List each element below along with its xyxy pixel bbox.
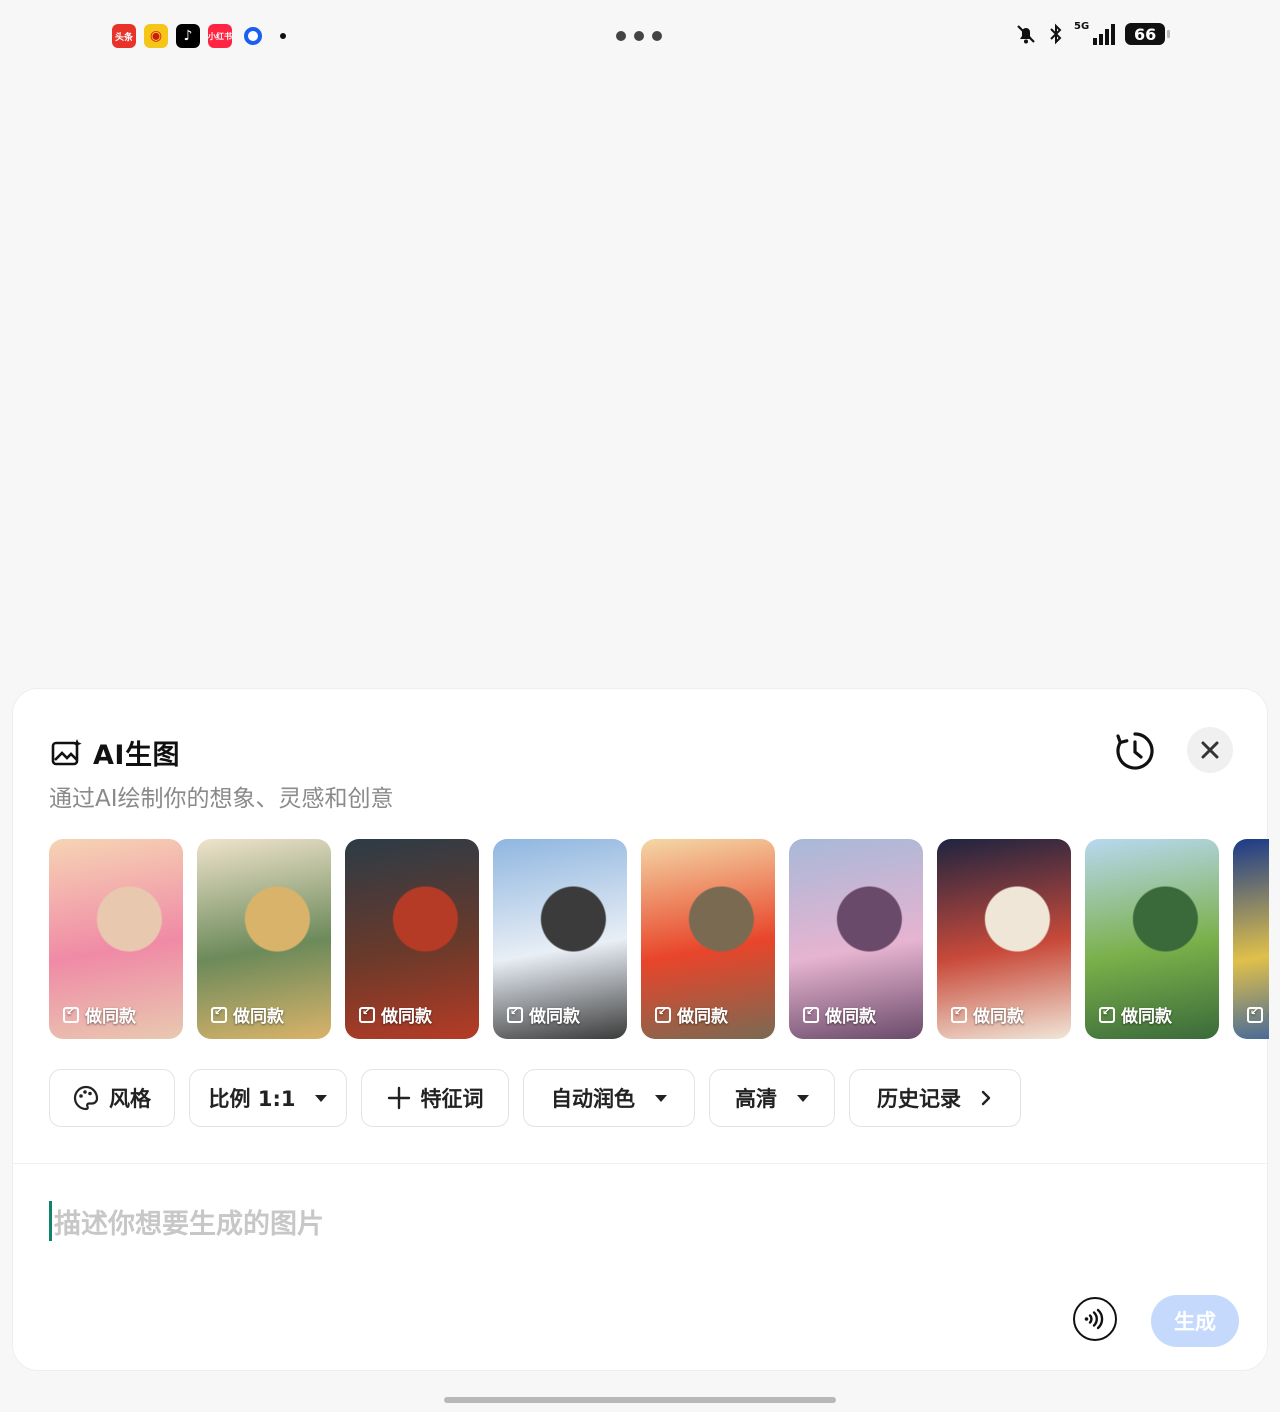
dot [634, 31, 644, 41]
panel-header: AI生图 [51, 733, 180, 772]
weibo-icon: ◉ [144, 24, 168, 48]
generate-button[interactable]: 生成 [1151, 1295, 1239, 1347]
clock-history-icon [1116, 732, 1154, 770]
make-similar-icon [1099, 1005, 1115, 1023]
make-similar-icon [655, 1005, 671, 1023]
caret-down-icon [655, 1094, 667, 1102]
voice-input-icon [1084, 1308, 1104, 1330]
feature-words-chip[interactable]: 特征词 [361, 1069, 509, 1127]
notification-icons: 头条 ◉ ♪ 小红书 [112, 24, 286, 48]
example-gallery[interactable]: 做同款 做同款 做同款 做同款 做同款 做同款 做同款 做同款 做同款 [49, 839, 1269, 1041]
signal-icon [1093, 23, 1116, 45]
style-chip[interactable]: 风格 [49, 1069, 175, 1127]
hd-chip[interactable]: 高清 [709, 1069, 835, 1127]
system-indicators: 5G 66 [1014, 21, 1171, 46]
make-similar-button[interactable]: 做同款 [655, 1002, 728, 1027]
ratio-chip[interactable]: 比例 1:1 [189, 1069, 347, 1127]
make-similar-icon [63, 1005, 79, 1023]
dot [616, 31, 626, 41]
status-bar: 头条 ◉ ♪ 小红书 5G 66 [0, 0, 1280, 74]
close-button[interactable] [1187, 727, 1233, 773]
make-similar-button[interactable]: 做同款 [211, 1002, 284, 1027]
example-card[interactable]: 做同款 [197, 839, 331, 1039]
example-card[interactable]: 做同款 [789, 839, 923, 1039]
divider [13, 1163, 1269, 1164]
make-similar-button[interactable]: 做同款 [1247, 1002, 1269, 1027]
history-chip[interactable]: 历史记录 [849, 1069, 1021, 1127]
make-similar-button[interactable]: 做同款 [507, 1002, 580, 1027]
example-card[interactable]: 做同款 [345, 839, 479, 1039]
close-icon [1201, 741, 1219, 759]
more-notifications-dot [280, 33, 286, 39]
example-card[interactable]: 做同款 [641, 839, 775, 1039]
xiaohongshu-icon: 小红书 [208, 24, 232, 48]
make-similar-icon [211, 1005, 227, 1023]
caret-down-icon [315, 1094, 328, 1102]
make-similar-button[interactable]: 做同款 [359, 1002, 432, 1027]
example-card[interactable]: 做同款 [1085, 839, 1219, 1039]
voice-input-button[interactable] [1073, 1297, 1117, 1341]
make-similar-button[interactable]: 做同款 [951, 1002, 1024, 1027]
page-subtitle: 通过AI绘制你的想象、灵感和创意 [49, 786, 394, 812]
window-menu-dots[interactable] [616, 31, 662, 41]
dot [652, 31, 662, 41]
page-title: AI生图 [93, 740, 180, 771]
home-indicator[interactable] [444, 1397, 836, 1403]
palette-icon [73, 1085, 99, 1111]
prompt-placeholder: 描述你想要生成的图片 [54, 1208, 324, 1240]
text-cursor [49, 1201, 52, 1241]
make-similar-icon [359, 1005, 375, 1023]
tiktok-icon: ♪ [176, 24, 200, 48]
make-similar-button[interactable]: 做同款 [1099, 1002, 1172, 1027]
ai-image-icon [51, 738, 82, 765]
battery-indicator: 66 [1125, 23, 1171, 45]
network-type: 5G [1074, 21, 1090, 32]
prompt-input[interactable]: 描述你想要生成的图片 [49, 1199, 1049, 1243]
example-card[interactable]: 做同款 [1233, 839, 1269, 1039]
example-card[interactable]: 做同款 [937, 839, 1071, 1039]
make-similar-button[interactable]: 做同款 [803, 1002, 876, 1027]
toutiao-icon: 头条 [112, 24, 136, 48]
make-similar-icon [1247, 1005, 1263, 1023]
make-similar-icon [507, 1005, 523, 1023]
circle-app-icon [244, 27, 262, 45]
auto-polish-chip[interactable]: 自动润色 [523, 1069, 695, 1127]
bluetooth-icon [1050, 23, 1062, 45]
mute-bell-icon [1017, 25, 1035, 44]
make-similar-icon [951, 1005, 967, 1023]
example-card[interactable]: 做同款 [49, 839, 183, 1039]
make-similar-button[interactable]: 做同款 [63, 1002, 136, 1027]
example-card[interactable]: 做同款 [493, 839, 627, 1039]
plus-icon [387, 1086, 410, 1110]
ai-image-panel: AI生图 通过AI绘制你的想象、灵感和创意 做同款 做同款 做同款 做同款 做同… [12, 688, 1269, 1371]
caret-down-icon [797, 1094, 809, 1102]
make-similar-icon [803, 1005, 819, 1023]
chevron-right-icon [981, 1090, 991, 1106]
history-button[interactable] [1111, 727, 1159, 775]
